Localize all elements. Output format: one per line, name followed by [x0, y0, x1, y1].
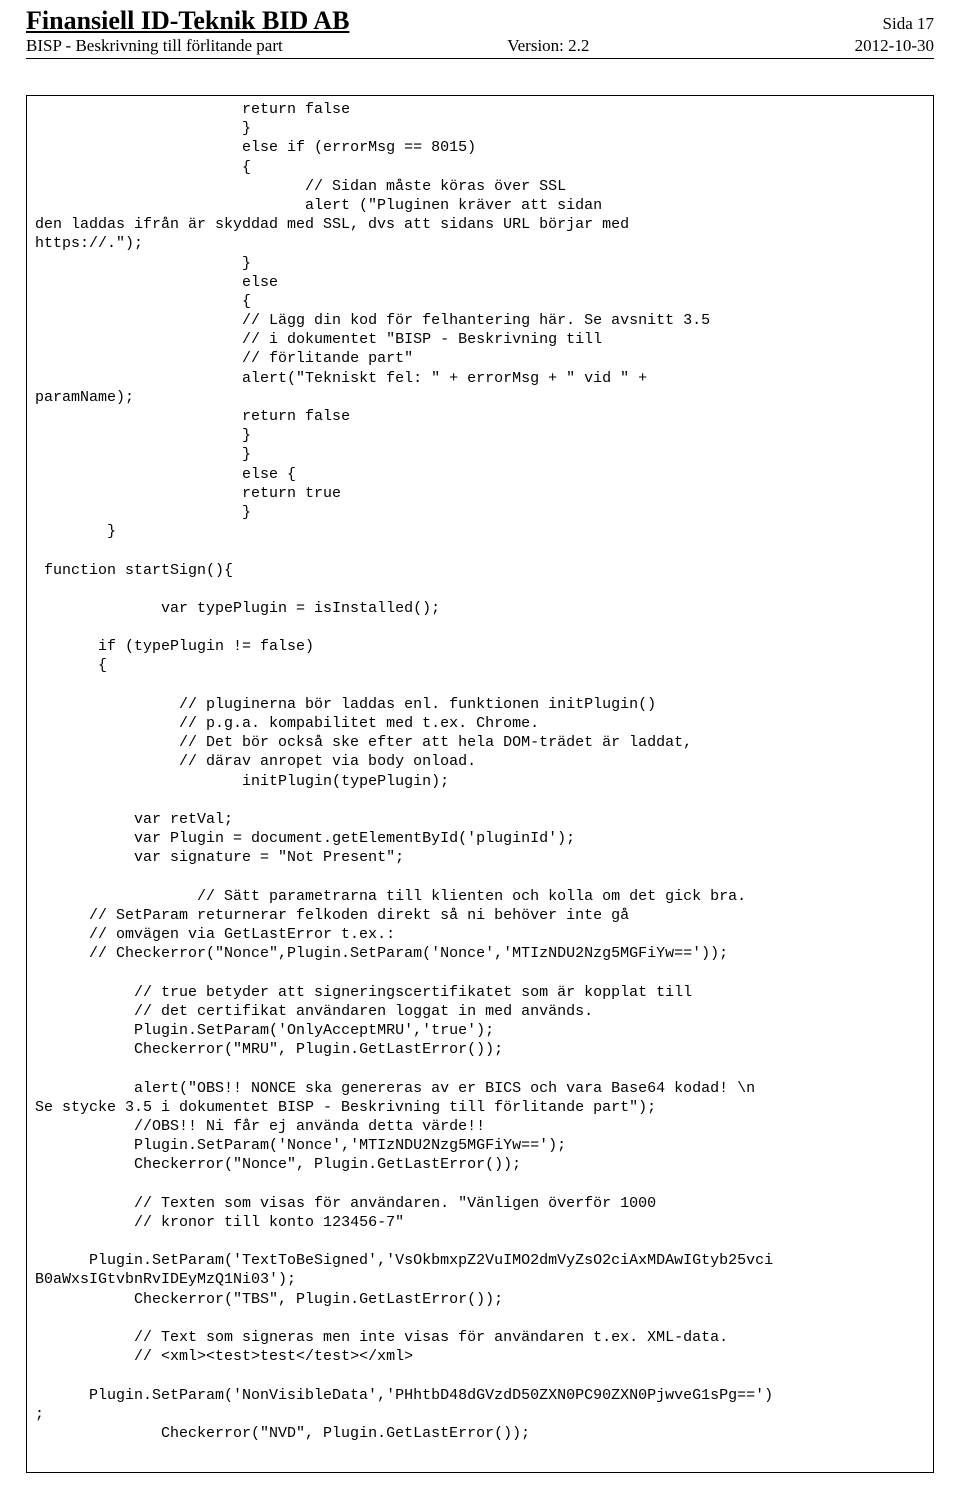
- header-row-2: BISP - Beskrivning till förlitande part …: [26, 36, 934, 58]
- page-number: Sida 17: [883, 14, 934, 34]
- document-page: Finansiell ID-Teknik BID AB Sida 17 BISP…: [0, 0, 960, 1503]
- document-title: BISP - Beskrivning till förlitande part: [26, 36, 507, 56]
- document-version: Version: 2.2: [507, 36, 779, 56]
- code-block: return false } else if (errorMsg == 8015…: [26, 95, 934, 1473]
- company-name: Finansiell ID-Teknik BID AB: [26, 6, 349, 36]
- document-date: 2012-10-30: [780, 36, 934, 56]
- page-header: Finansiell ID-Teknik BID AB Sida 17 BISP…: [26, 0, 934, 59]
- header-row-1: Finansiell ID-Teknik BID AB Sida 17: [26, 6, 934, 36]
